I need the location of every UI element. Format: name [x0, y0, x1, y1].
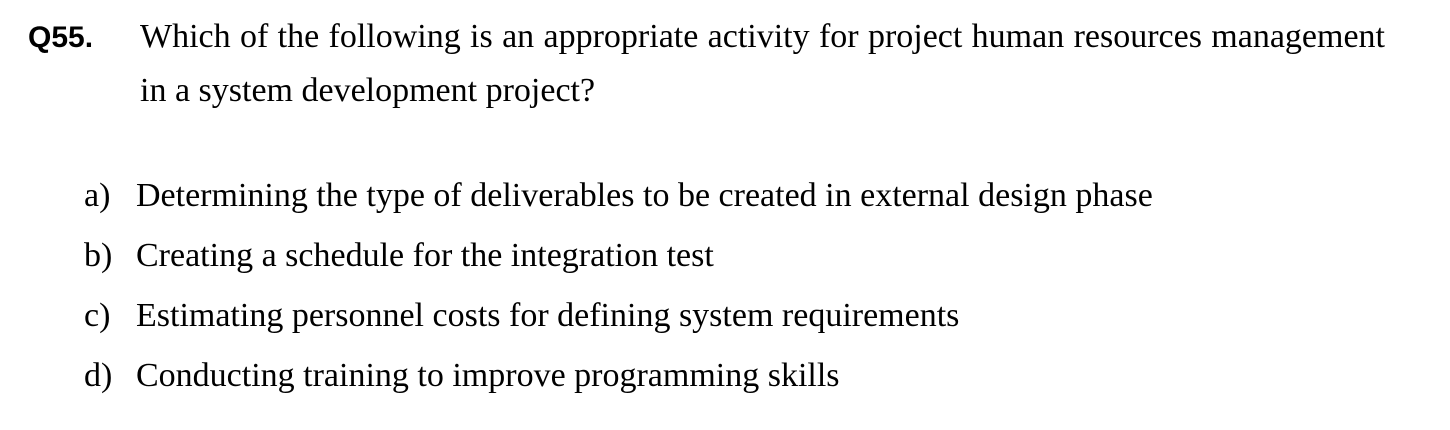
answer-options: a) Determining the type of deliverables … — [84, 168, 1153, 408]
option-letter: b) — [84, 237, 113, 274]
option-text: Determining the type of deliverables to … — [136, 177, 1153, 214]
question-text: Which of the following is an appropriate… — [140, 18, 1385, 109]
option-d: d) Conducting training to improve progra… — [84, 348, 1153, 408]
option-letter: d) — [84, 357, 113, 394]
option-text: Creating a schedule for the integration … — [136, 237, 714, 274]
option-letter: c) — [84, 297, 111, 334]
option-b: b) Creating a schedule for the integrati… — [84, 228, 1153, 288]
option-c: c) Estimating personnel costs for defini… — [84, 288, 1153, 348]
option-text: Estimating personnel costs for defining … — [136, 297, 960, 334]
option-text: Conducting training to improve programmi… — [136, 357, 840, 394]
option-a: a) Determining the type of deliverables … — [84, 168, 1153, 228]
option-letter: a) — [84, 177, 111, 214]
question-number: Q55. — [28, 21, 94, 54]
